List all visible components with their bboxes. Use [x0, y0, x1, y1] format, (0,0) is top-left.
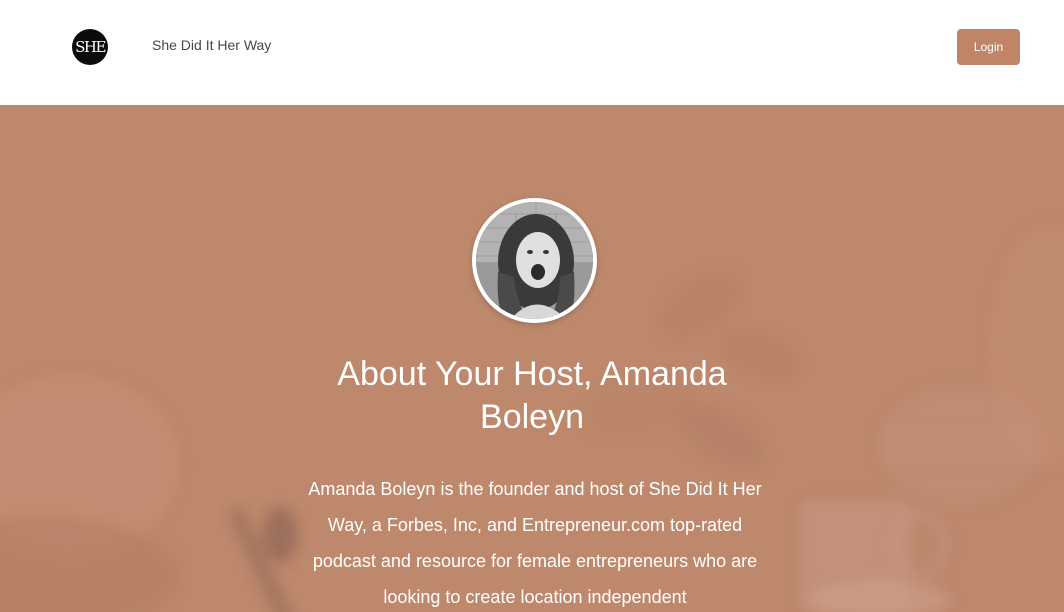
login-button[interactable]: Login	[957, 29, 1020, 65]
host-avatar-frame	[472, 198, 597, 323]
hero-section: About Your Host, Amanda Boleyn Amanda Bo…	[0, 105, 1064, 612]
host-photo	[476, 202, 593, 319]
hero-title: About Your Host, Amanda Boleyn	[337, 355, 727, 436]
host-bio: Amanda Boleyn is the founder and host of…	[308, 479, 762, 607]
host-avatar	[476, 202, 593, 319]
site-header: SHE She Did It Her Way Login	[0, 0, 1064, 105]
logo-text: SHE	[75, 38, 106, 56]
site-name-link[interactable]: She Did It Her Way	[152, 37, 271, 53]
she-logo[interactable]: SHE	[72, 29, 108, 65]
